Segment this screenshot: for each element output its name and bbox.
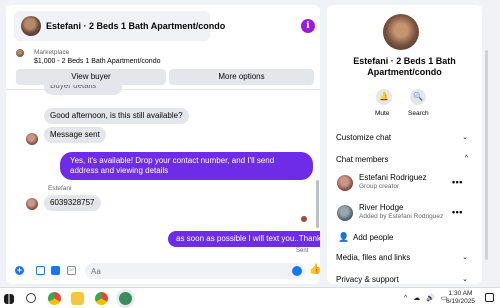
conversation-details-panel: Estefani · 2 Beds 1 Bath Apartment/condo… xyxy=(327,5,482,284)
sent-status: Sent xyxy=(296,248,309,254)
taskbar: ^ ☁ 🔊 ▭ 1:30 AM 6/19/2025 xyxy=(0,287,500,308)
more-options-button[interactable]: More options xyxy=(169,69,314,85)
search-button[interactable]: 🔍 xyxy=(410,89,426,105)
add-people-button[interactable]: Add people xyxy=(353,233,393,242)
chat-members-row[interactable]: Chat members ^ xyxy=(336,155,468,164)
conversation-title: Estefani · 2 Beds 1 Bath Apartment/condo xyxy=(353,56,456,77)
media-files-links-row[interactable]: Media, files and links ⌄ xyxy=(336,253,468,262)
avatar[interactable] xyxy=(383,14,419,50)
chat-title[interactable]: Estefani · 2 Beds 1 Bath Apartment/condo xyxy=(46,21,225,31)
member-role: Added by Estefani Rodriguez xyxy=(359,213,444,220)
customize-chat-label: Customize chat xyxy=(336,133,392,142)
clock-time: 1:30 AM xyxy=(448,290,473,297)
mute-button[interactable]: 🔔 xyxy=(376,89,392,105)
clock-date: 6/19/2025 xyxy=(446,298,475,305)
marketplace-label: Marketplace xyxy=(34,49,70,56)
system-tray[interactable]: ^ ☁ 🔊 ▭ xyxy=(404,294,449,302)
message-bubble-incoming[interactable]: Good afternoon, is this still available? xyxy=(44,108,189,124)
like-icon[interactable]: 👍 xyxy=(309,264,320,276)
member-avatar[interactable] xyxy=(337,205,353,221)
search-label: Search xyxy=(408,110,429,117)
chevron-down-icon: ⌄ xyxy=(462,254,468,261)
search-icon[interactable] xyxy=(26,293,36,303)
message-input[interactable] xyxy=(85,263,306,279)
chevron-up-icon: ^ xyxy=(464,155,468,162)
listing-detail[interactable]: $1,000 - 2 Beds 1 Bath Apartment/condo xyxy=(34,58,160,65)
sender-avatar xyxy=(26,198,38,210)
composer: + GIF 👍 xyxy=(6,260,320,282)
member-name[interactable]: River Hodge xyxy=(359,203,403,212)
windows-start-icon[interactable] xyxy=(4,294,14,304)
notification-icon[interactable] xyxy=(485,293,494,302)
member-more-options-icon[interactable]: ••• xyxy=(452,177,463,187)
mute-label: Mute xyxy=(375,110,390,117)
seen-indicator-avatar xyxy=(301,216,307,222)
add-person-icon[interactable]: 👤 xyxy=(338,232,349,243)
emoji-icon[interactable] xyxy=(292,266,302,276)
message-bubble-partial: Buyer details xyxy=(44,85,122,95)
member-name[interactable]: Estefani Rodriguez xyxy=(359,173,427,182)
sender-avatar xyxy=(26,133,38,145)
sender-name: Estefani xyxy=(48,185,72,192)
scrollbar[interactable] xyxy=(316,180,319,228)
member-avatar[interactable] xyxy=(337,175,353,191)
member-more-options-icon[interactable]: ••• xyxy=(452,207,463,217)
privacy-support-row[interactable]: Privacy & support ⌄ xyxy=(336,275,468,284)
info-icon[interactable]: i xyxy=(301,19,315,33)
message-bubble-outgoing[interactable]: Yes, it's available! Drop your contact n… xyxy=(60,152,313,180)
clock[interactable]: 1:30 AM 6/19/2025 xyxy=(446,290,475,306)
chevron-down-icon: ⌄ xyxy=(462,276,468,283)
avatar[interactable] xyxy=(21,16,41,36)
chat-header[interactable]: Estefani · 2 Beds 1 Bath Apartment/condo xyxy=(14,11,225,41)
chrome-icon[interactable] xyxy=(48,292,61,305)
media-files-links-label: Media, files and links xyxy=(336,253,411,262)
message-bubble-incoming[interactable]: Message sent xyxy=(44,127,106,143)
scrollbar[interactable] xyxy=(485,50,488,260)
privacy-support-label: Privacy & support xyxy=(336,275,399,284)
listing-thumbnail xyxy=(16,49,24,57)
chrome-icon[interactable] xyxy=(95,292,108,305)
chat-members-label: Chat members xyxy=(336,155,389,164)
message-bubble-outgoing[interactable]: as soon as possible I will text you..Tha… xyxy=(168,231,320,247)
image-icon[interactable] xyxy=(36,266,45,275)
app-icon[interactable] xyxy=(119,292,132,305)
file-explorer-icon[interactable] xyxy=(71,292,84,305)
chat-panel: Estefani · 2 Beds 1 Bath Apartment/condo… xyxy=(6,5,320,284)
customize-chat-row[interactable]: Customize chat ⌄ xyxy=(336,133,468,142)
sticker-icon[interactable] xyxy=(51,266,60,275)
gif-icon[interactable]: GIF xyxy=(67,266,76,275)
message-bubble-incoming[interactable]: 6039328757 xyxy=(44,195,101,211)
view-buyer-button[interactable]: View buyer xyxy=(16,69,166,85)
plus-icon[interactable]: + xyxy=(15,266,24,275)
chevron-down-icon: ⌄ xyxy=(462,134,468,141)
member-role: Group creator xyxy=(359,183,400,190)
